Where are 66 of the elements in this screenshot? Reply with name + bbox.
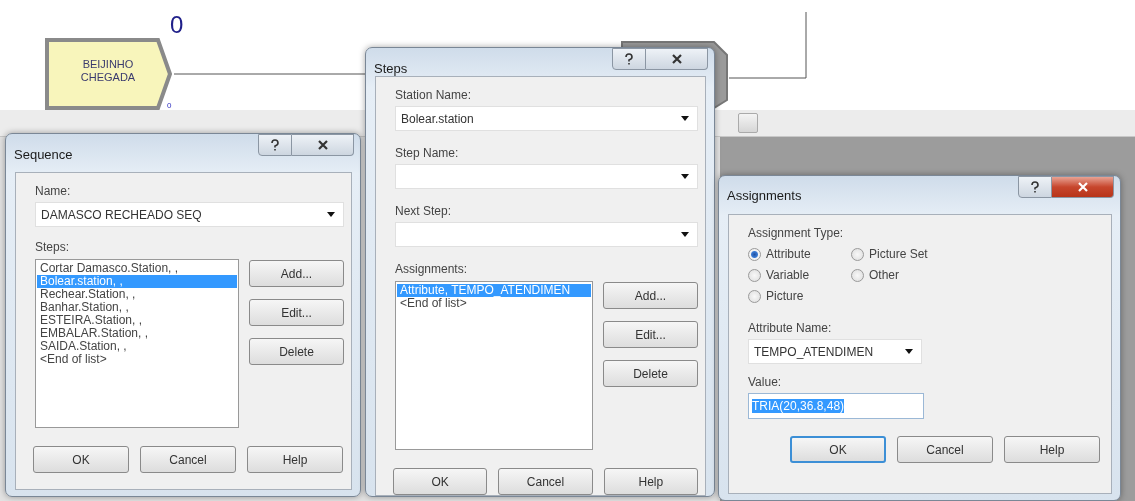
help-icon — [269, 139, 281, 151]
close-icon — [316, 139, 329, 151]
list-item[interactable]: Rechear.Station, , — [37, 288, 237, 301]
dialog-button[interactable]: Add... — [603, 282, 698, 309]
dialog-button[interactable]: Edit... — [603, 321, 698, 348]
dialog-button[interactable]: Help — [603, 468, 698, 495]
radio-option[interactable]: Other — [851, 267, 971, 283]
field-label: Step Name: — [395, 145, 460, 162]
dropdown-field[interactable]: TEMPO_ATENDIMEN — [748, 339, 922, 364]
counter-label: 0 — [167, 101, 172, 110]
field-label: Station Name: — [395, 87, 473, 104]
help-icon — [1029, 181, 1041, 193]
dropdown-field[interactable] — [395, 164, 698, 189]
dialog-button[interactable]: Edit... — [249, 299, 344, 326]
dialog-button[interactable]: OK — [33, 446, 129, 473]
scrollbar-button[interactable] — [738, 113, 758, 133]
help-button[interactable] — [1018, 176, 1052, 198]
field-label: Assignment Type: — [748, 225, 845, 242]
dialog-button[interactable]: OK — [790, 436, 886, 463]
list-item[interactable]: <End of list> — [397, 297, 591, 310]
caret-icon — [327, 212, 335, 217]
radio-option[interactable]: Variable — [748, 267, 851, 283]
dialog-button[interactable]: OK — [393, 468, 488, 495]
help-button[interactable] — [612, 48, 646, 70]
counter-label: 0 — [170, 11, 184, 38]
dropdown-field[interactable] — [395, 222, 698, 247]
dialog-button[interactable]: Delete — [603, 360, 698, 387]
dialog-title: Steps — [374, 61, 408, 76]
caret-icon — [681, 174, 689, 179]
dialog-button[interactable]: Help — [1004, 436, 1100, 463]
help-button[interactable] — [258, 134, 292, 156]
list-item[interactable]: ESTEIRA.Station, , — [37, 314, 237, 327]
close-icon — [1076, 181, 1089, 193]
field-label: Next Step: — [395, 203, 453, 220]
field-label: Assignments: — [395, 261, 469, 278]
module-label: BEIJINHO CHEGADA — [80, 58, 136, 83]
close-button[interactable] — [1052, 176, 1114, 198]
list-item[interactable]: EMBALAR.Station, , — [37, 327, 237, 340]
dialog-title: Assignments — [727, 188, 802, 203]
radio-option[interactable]: Picture Set — [851, 246, 971, 262]
dialog-title: Sequence — [14, 147, 73, 162]
field-label: Value: — [748, 374, 783, 391]
field-label: Attribute Name: — [748, 320, 833, 337]
caret-icon — [681, 232, 689, 237]
help-icon — [623, 53, 635, 65]
dialog-button[interactable]: Cancel — [897, 436, 993, 463]
field-label: Steps: — [35, 239, 71, 256]
list-item[interactable]: <End of list> — [37, 353, 237, 366]
radio-option[interactable]: Attribute — [748, 246, 851, 262]
list-item[interactable]: Cortar Damasco.Station, , — [37, 262, 237, 275]
list-item[interactable]: SAIDA.Station, , — [37, 340, 237, 353]
dropdown-field[interactable]: Bolear.station — [395, 106, 698, 131]
dialog-button[interactable]: Cancel — [140, 446, 236, 473]
caret-icon — [905, 349, 913, 354]
close-button[interactable] — [646, 48, 708, 70]
list-item[interactable]: Banhar.Station, , — [37, 301, 237, 314]
close-icon — [670, 53, 683, 65]
caret-icon — [681, 116, 689, 121]
dialog-button[interactable]: Delete — [249, 338, 344, 365]
dialog-button[interactable]: Cancel — [498, 468, 593, 495]
dropdown-field[interactable]: DAMASCO RECHEADO SEQ — [35, 202, 344, 227]
dialog-button[interactable]: Help — [247, 446, 343, 473]
radio-option[interactable]: Picture — [748, 288, 851, 304]
close-button[interactable] — [292, 134, 354, 156]
field-label: Name: — [35, 183, 72, 200]
dialog-button[interactable]: Add... — [249, 260, 344, 287]
